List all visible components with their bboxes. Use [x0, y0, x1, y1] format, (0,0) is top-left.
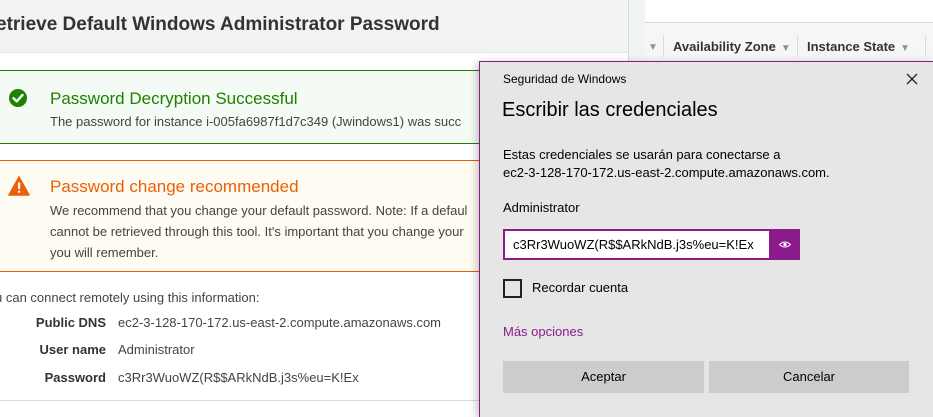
warning-alert-line: cannot be retrieved through this tool. I… — [50, 224, 464, 239]
eye-icon — [778, 241, 792, 248]
password-value: c3Rr3WuoWZ(R$$ARkNdB.j3s%eu=K!Ex — [118, 370, 359, 385]
dialog-description: Estas credenciales se usarán para conect… — [503, 146, 830, 182]
password-input[interactable] — [513, 237, 765, 252]
column-header-label: Availability Zone — [673, 39, 776, 54]
password-field[interactable] — [503, 229, 771, 260]
check-circle-icon — [8, 88, 28, 113]
password-label: Password — [44, 370, 106, 385]
remember-account-checkbox[interactable] — [503, 279, 522, 298]
warning-alert-title: Password change recommended — [50, 177, 299, 196]
public-dns-label: Public DNS — [35, 315, 106, 330]
warning-triangle-icon — [8, 176, 30, 201]
connection-info-intro: u can connect remotely using this inform… — [0, 290, 260, 305]
user-name-value: Administrator — [118, 342, 195, 357]
column-sort-arrow-icon[interactable]: ▼ — [648, 42, 658, 53]
success-alert-text: The password for instance i-005fa6987f1d… — [50, 114, 462, 129]
dialog-description-line: ec2-3-128-170-172.us-east-2.compute.amaz… — [503, 165, 830, 180]
column-header-label: Instance State — [807, 39, 896, 54]
column-header-availability-zone[interactable]: Availability Zone ▼ — [673, 39, 791, 54]
chevron-down-icon: ▼ — [900, 43, 911, 54]
accept-button[interactable]: Aceptar — [503, 361, 704, 393]
dialog-description-line: Estas credenciales se usarán para conect… — [503, 147, 781, 162]
page-title: etrieve Default Windows Administrator Pa… — [0, 14, 440, 35]
close-button[interactable] — [898, 66, 926, 92]
column-separator — [925, 35, 926, 57]
column-header-instance-state[interactable]: Instance State ▼ — [807, 39, 910, 54]
more-options-link[interactable]: Más opciones — [503, 324, 583, 339]
cancel-button[interactable]: Cancelar — [709, 361, 909, 393]
public-dns-value: ec2-3-128-170-172.us-east-2.compute.amaz… — [118, 315, 442, 330]
close-icon — [906, 73, 918, 85]
user-name-label: User name — [39, 342, 106, 357]
reveal-password-button[interactable] — [770, 229, 800, 260]
dialog-window-title: Seguridad de Windows — [503, 72, 627, 86]
dialog-heading: Escribir las credenciales — [502, 99, 718, 121]
username-label: Administrator — [503, 200, 580, 215]
column-separator — [797, 35, 798, 57]
warning-alert-line: We recommend that you change your defaul… — [50, 203, 468, 218]
success-alert-title: Password Decryption Successful — [50, 89, 298, 108]
windows-security-dialog: Seguridad de Windows Escribir las creden… — [479, 61, 933, 417]
column-separator — [663, 35, 664, 57]
warning-alert-line: you will remember. — [50, 245, 159, 260]
panel-header: etrieve Default Windows Administrator Pa… — [0, 0, 628, 53]
chevron-down-icon: ▼ — [780, 43, 791, 54]
remember-account-label[interactable]: Recordar cuenta — [532, 280, 628, 295]
